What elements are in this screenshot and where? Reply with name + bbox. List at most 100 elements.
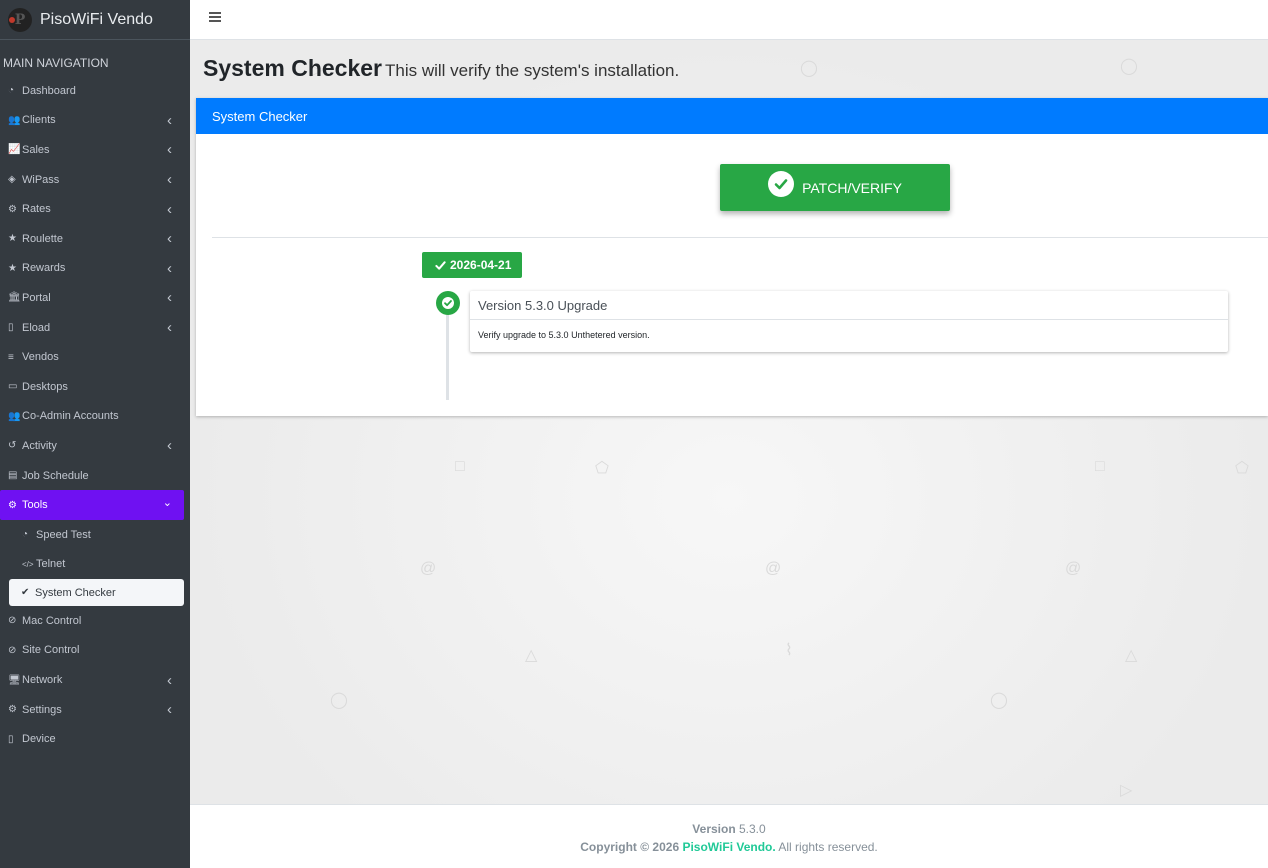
sidebar-item-clients[interactable]: 👥 Clients ‹ (0, 106, 190, 136)
tachometer-icon: ◔ (22, 529, 29, 541)
sidebar-nav: ◔ Dashboard 👥 Clients ‹ 📈 Sales ‹ ◈ WiPass ‹ ⚙ Rates… (0, 76, 190, 754)
nav-header: MAIN NAVIGATION (3, 56, 109, 70)
sidebar-item-label: Rates (22, 203, 51, 216)
sidebar-item-label: Portal (22, 291, 51, 304)
chevron-left-icon: ‹ (167, 319, 172, 337)
chevron-left-icon: ‹ (167, 200, 172, 218)
sidebar-item-settings[interactable]: ⚙ Settings ‹ (0, 695, 190, 725)
sidebar-item-label: Activity (22, 439, 57, 452)
sidebar: P PisoWiFi Vendo MAIN NAVIGATION ◔ Dashbo… (0, 0, 190, 868)
sidebar-item-label: Clients (22, 114, 56, 127)
sidebar-item-label: Rewards (22, 262, 66, 275)
star-icon: ★ (8, 262, 17, 274)
sidebar-item-system-checker[interactable]: ✔ System Checker (9, 579, 184, 607)
sidebar-item-telnet[interactable]: </> Telnet (0, 550, 190, 580)
check-icon (435, 260, 446, 270)
brand-name: PisoWiFi Vendo (40, 10, 153, 28)
system-checker-card: System Checker PATCH/VERIFY 2026-04-21 V… (196, 98, 1268, 416)
sidebar-item-vendos[interactable]: ≡ Vendos (0, 342, 190, 372)
sidebar-item-tools[interactable]: ⚙ Tools ⌄ (0, 490, 184, 520)
sidebar-item-sales[interactable]: 📈 Sales ‹ (0, 135, 190, 165)
sidebar-item-label: Vendos (22, 351, 59, 364)
database-icon: ≡ (8, 351, 14, 363)
sidebar-item-label: Tools (22, 499, 48, 512)
sidebar-item-portal[interactable]: 🏛 Portal ‹ (0, 283, 190, 313)
sidebar-item-label: Telnet (36, 558, 66, 571)
mobile-icon: ▯ (8, 733, 14, 745)
desktop-icon: 🖥 (8, 674, 21, 686)
top-navbar (190, 0, 1268, 40)
check-circle-icon: ✔ (21, 587, 30, 599)
sidebar-item-label: Co-Admin Accounts (22, 410, 119, 423)
sidebar-item-label: Settings (22, 703, 62, 716)
brand-link[interactable]: P PisoWiFi Vendo (0, 0, 190, 40)
patch-verify-button[interactable]: PATCH/VERIFY (720, 164, 950, 211)
ban-icon: ⊘ (8, 615, 17, 627)
timeline-date-badge: 2026-04-21 (422, 252, 523, 278)
sidebar-item-label: Eload (22, 321, 51, 334)
laptop-icon: ▭ (8, 381, 18, 393)
sidebar-item-label: System Checker (35, 586, 116, 599)
content-wrapper: ▷ ◯ ◯ □ ⬠ □ ⬠ @ @ @ ⌇ △ △ ◯ ◯ ▷ System C… (190, 40, 1268, 804)
sidebar-item-label: Speed Test (36, 528, 91, 541)
chevron-left-icon: ‹ (167, 289, 172, 307)
cogs-icon: ⚙ (8, 704, 17, 716)
university-icon: 🏛 (8, 292, 21, 304)
sidebar-item-eload[interactable]: ▯ Eload ‹ (0, 313, 190, 343)
chevron-left-icon: ‹ (167, 230, 172, 248)
footer: Version 5.3.0 Copyright © 2026 PisoWiFi … (190, 804, 1268, 868)
divider (212, 237, 1268, 238)
chevron-left-icon: ‹ (167, 111, 172, 129)
chart-line-icon: 📈 (8, 144, 21, 156)
sidebar-item-job-schedule[interactable]: ▤ Job Schedule (0, 461, 190, 491)
sidebar-item-co-admin-accounts[interactable]: 👥 Co-Admin Accounts (0, 402, 190, 432)
sidebar-item-label: Job Schedule (22, 469, 89, 482)
sidebar-item-site-control[interactable]: ⊘ Site Control (0, 636, 190, 666)
sidebar-item-device[interactable]: ▯ Device (0, 724, 190, 754)
ban-icon: ⊘ (8, 644, 17, 656)
sidebar-item-roulette[interactable]: ★ Roulette ‹ (0, 224, 190, 254)
users-icon: 👥 (8, 410, 21, 422)
sidebar-item-label: Network (22, 674, 63, 687)
history-icon: ↺ (8, 440, 17, 452)
sidebar-item-desktops[interactable]: ▭ Desktops (0, 372, 190, 402)
sidebar-item-label: Device (22, 733, 56, 746)
footer-brand-link[interactable]: PisoWiFi Vendo. (682, 840, 775, 854)
brand-logo-icon: P (8, 7, 32, 32)
sidebar-item-wipass[interactable]: ◈ WiPass ‹ (0, 165, 190, 195)
chevron-left-icon: ‹ (167, 671, 172, 689)
menu-toggle-icon[interactable] (209, 12, 221, 22)
sidebar-item-dashboard[interactable]: ◔ Dashboard (0, 76, 190, 106)
version-label: Version (692, 822, 736, 836)
mobile-icon: ▯ (8, 322, 14, 334)
page-subtitle: This will verify the system's installati… (385, 61, 680, 80)
check-circle-icon (436, 291, 460, 315)
sidebar-item-label: Site Control (22, 644, 80, 657)
version-number: 5.3.0 (739, 822, 766, 836)
sidebar-item-label: Roulette (22, 232, 63, 245)
users-icon: 👥 (8, 114, 21, 126)
timeline-item: Version 5.3.0 Upgrade Verify upgrade to … (470, 291, 1228, 352)
tachometer-icon: ◔ (8, 85, 15, 97)
sidebar-item-rates[interactable]: ⚙ Rates ‹ (0, 194, 190, 224)
sidebar-item-label: Sales (22, 143, 50, 156)
card-header: System Checker (196, 98, 1268, 134)
sidebar-item-label: WiPass (22, 173, 60, 186)
rights-text: All rights reserved. (778, 840, 878, 854)
code-icon: </> (22, 559, 34, 569)
chevron-left-icon: ‹ (167, 701, 172, 719)
cogs-icon: ⚙ (8, 203, 17, 215)
timeline-item-title: Version 5.3.0 Upgrade (470, 291, 1228, 320)
sidebar-item-activity[interactable]: ↺ Activity ‹ (0, 431, 190, 461)
chevron-left-icon: ‹ (167, 259, 172, 277)
check-circle-icon (768, 170, 795, 197)
sidebar-item-network[interactable]: 🖥 Network ‹ (0, 665, 190, 695)
timeline-item-body: Verify upgrade to 5.3.0 Unthetered versi… (478, 330, 650, 340)
sidebar-item-rewards[interactable]: ★ Rewards ‹ (0, 254, 190, 284)
server-icon: ▤ (8, 470, 18, 482)
patch-verify-label: PATCH/VERIFY (802, 179, 902, 196)
sidebar-item-speed-test[interactable]: ◔ Speed Test (0, 520, 190, 550)
chevron-left-icon: ‹ (167, 171, 172, 189)
ticket-icon: ◈ (8, 174, 16, 186)
sidebar-item-mac-control[interactable]: ⊘ Mac Control (0, 606, 190, 636)
